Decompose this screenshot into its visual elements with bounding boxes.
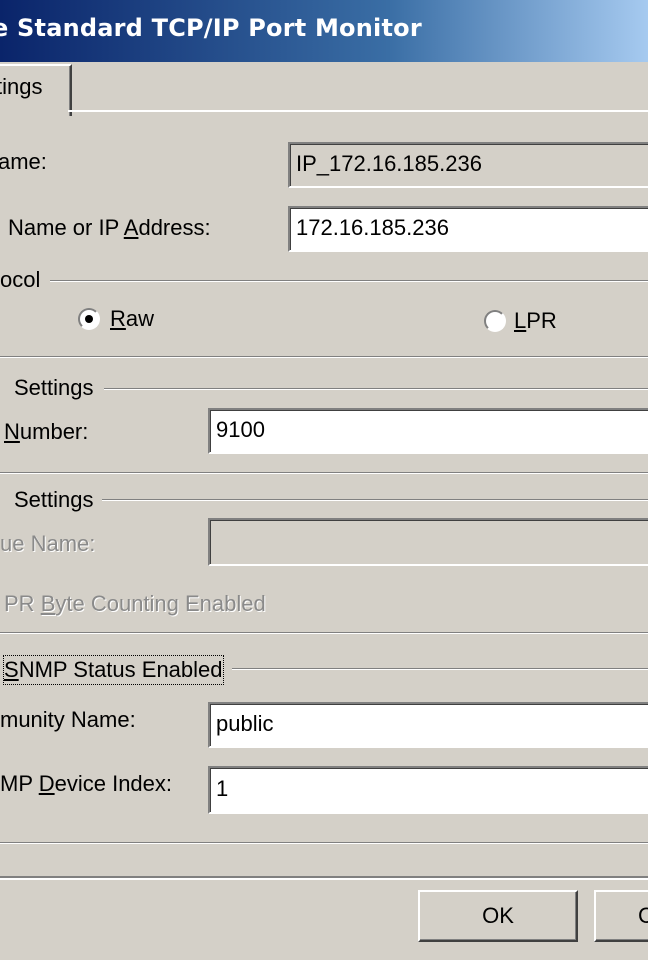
port-name-field[interactable]: IP_172.16.185.236 (288, 142, 648, 188)
queue-name-label: ue Name: (0, 531, 96, 556)
raw-radio[interactable] (78, 308, 100, 330)
snmp-enabled-checkbox-label[interactable]: SNMP Status Enabled (3, 655, 224, 685)
protocol-group-border (50, 280, 648, 282)
host-label: Name or IP Address: (8, 215, 211, 240)
community-name-input[interactable]: public (208, 702, 648, 748)
lpr-settings-border (102, 499, 648, 501)
port-name-value: IP_172.16.185.236 (296, 151, 482, 176)
protocol-group-label: ocol (0, 267, 41, 292)
raw-settings-label: Settings (14, 375, 94, 400)
port-number-label: Number: (4, 419, 89, 444)
cancel-button[interactable]: C (594, 890, 648, 942)
separator (0, 472, 648, 474)
panel-bottom-border (0, 876, 648, 880)
radio-dot (85, 315, 93, 323)
host-value: 172.16.185.236 (296, 215, 449, 240)
separator (0, 842, 648, 844)
port-number-input[interactable]: 9100 (208, 408, 648, 454)
snmp-group-border (232, 668, 648, 670)
host-input[interactable]: 172.16.185.236 (288, 206, 648, 252)
raw-settings-border (104, 388, 648, 390)
lpr-settings-label: Settings (14, 487, 94, 512)
device-index-label: MP Device Index: (0, 771, 173, 796)
raw-radio-label[interactable]: Raw (110, 305, 154, 333)
device-index-input[interactable]: 1 (208, 766, 648, 814)
port-number-value: 9100 (216, 417, 265, 442)
lpr-radio[interactable] (484, 310, 506, 332)
lpr-radio-label[interactable]: LPR (514, 307, 557, 335)
tab-settings-label: tings (0, 74, 43, 99)
ok-button[interactable]: OK (418, 890, 578, 942)
byte-counting-label: PR Byte Counting Enabled (4, 591, 266, 616)
queue-name-value (210, 520, 648, 525)
community-name-value: public (216, 711, 274, 736)
separator (0, 356, 648, 358)
panel-border (68, 110, 648, 112)
port-name-label: ame: (0, 149, 47, 174)
queue-name-input[interactable] (208, 518, 648, 566)
window-title: e Standard TCP/IP Port Monitor (0, 14, 422, 42)
separator (0, 632, 648, 634)
device-index-value: 1 (216, 776, 229, 801)
community-name-label: munity Name: (0, 707, 136, 732)
